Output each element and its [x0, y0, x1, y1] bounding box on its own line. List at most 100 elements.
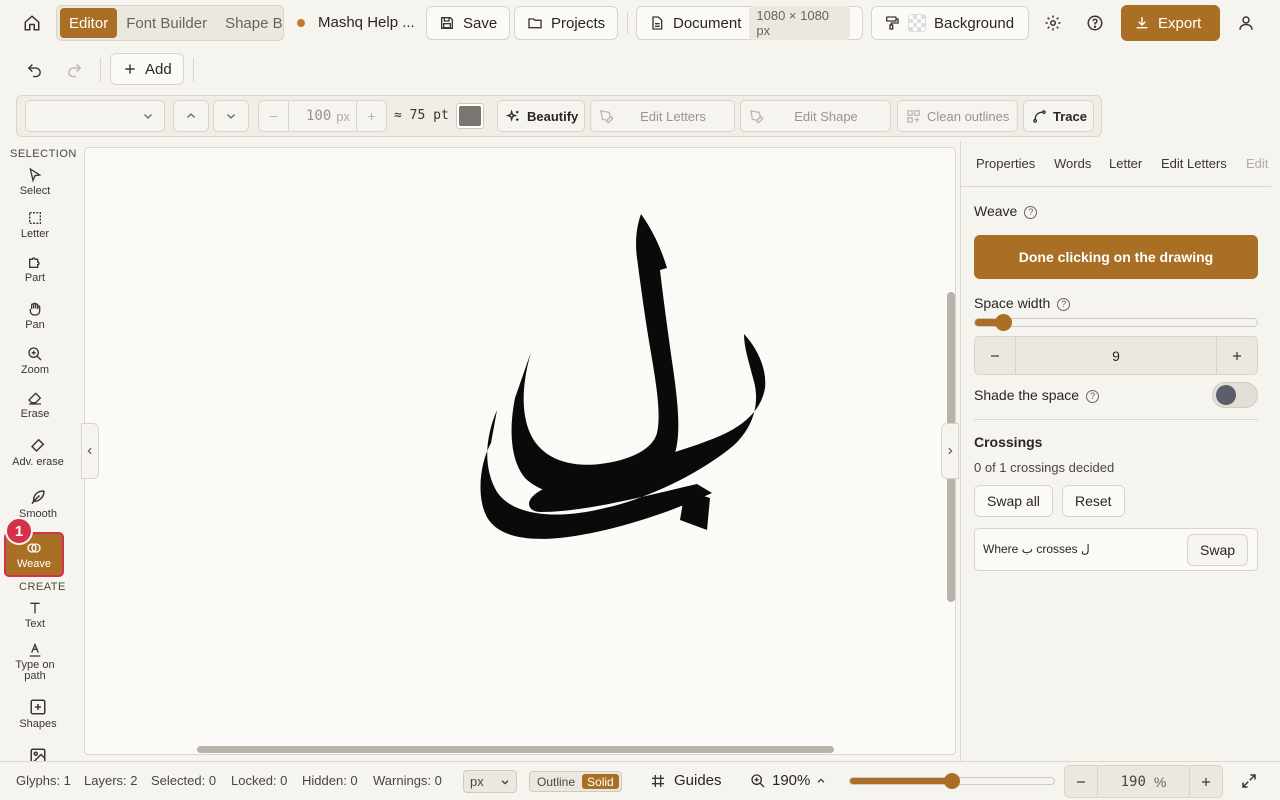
edit-shape-label: Edit Shape [794, 108, 858, 124]
tool-pan[interactable]: Pan [0, 301, 70, 331]
tab-properties[interactable]: Properties [976, 156, 1035, 171]
help-icon[interactable]: ? [1057, 297, 1071, 311]
move-down-button[interactable] [213, 100, 249, 132]
chevron-down-icon [500, 777, 510, 787]
space-width-value[interactable]: 9 [1016, 337, 1216, 374]
swap-button[interactable]: Swap [1187, 534, 1249, 566]
help-icon[interactable] [1080, 8, 1110, 38]
color-swatch[interactable] [456, 103, 484, 129]
tool-select[interactable]: Select [0, 167, 70, 197]
unit-select[interactable]: px [463, 770, 517, 793]
decrement-button[interactable] [259, 101, 289, 131]
tool-letter[interactable]: Letter [0, 210, 70, 240]
increment-button[interactable] [1216, 337, 1257, 374]
mode-tabs: Editor Font Builder Shape Builder [56, 5, 284, 41]
project-title[interactable]: Mashq Help ... [318, 14, 415, 31]
font-select[interactable] [25, 100, 165, 132]
decrement-button[interactable] [975, 337, 1016, 374]
settings-gear-icon[interactable] [1038, 8, 1068, 38]
slider-thumb[interactable] [944, 773, 960, 789]
solid-option[interactable]: Solid [582, 774, 619, 789]
undo-icon[interactable] [19, 54, 49, 84]
space-width-slider[interactable] [974, 314, 1258, 331]
zoom-in-icon [750, 773, 766, 789]
tool-text[interactable]: Text [0, 600, 70, 630]
add-shape-icon [29, 698, 47, 718]
help-icon[interactable]: ? [1024, 205, 1038, 219]
save-button[interactable]: Save [426, 6, 511, 40]
tool-shapes[interactable]: Shapes [3, 698, 73, 730]
paint-roller-icon [884, 15, 900, 31]
fullscreen-icon[interactable] [1240, 772, 1258, 790]
zoom-menu[interactable]: 190% [750, 772, 826, 789]
warnings-count: Warnings: 0 [373, 773, 442, 788]
tab-letter[interactable]: Letter [1109, 156, 1142, 171]
outline-option[interactable]: Outline [532, 775, 580, 789]
collapse-right-button[interactable] [941, 423, 959, 479]
advanced-eraser-icon [29, 436, 47, 456]
trace-label: Trace [1053, 108, 1087, 124]
zoom-stepper[interactable]: 190 % [1064, 765, 1223, 798]
tool-zoom[interactable]: Zoom [0, 346, 70, 376]
zoom-slider[interactable] [849, 773, 1055, 789]
tab-shape-builder[interactable]: Shape Builder [216, 8, 283, 38]
tab-edit[interactable]: Edit [1246, 156, 1268, 171]
redo-icon[interactable] [59, 54, 89, 84]
export-label: Export [1158, 14, 1202, 32]
weave-title: Weave? [974, 203, 1038, 219]
tab-edit-letters[interactable]: Edit Letters [1161, 156, 1227, 171]
help-icon[interactable]: ? [1086, 389, 1100, 403]
step-badge: 1 [5, 517, 33, 545]
font-size-stepper[interactable]: 100 px [258, 100, 387, 132]
export-button[interactable]: Export [1121, 5, 1220, 41]
background-button[interactable]: Background [871, 6, 1029, 40]
tool-type-on-path[interactable]: Type on path [0, 642, 70, 682]
done-clicking-button[interactable]: Done clicking on the drawing [974, 235, 1258, 279]
user-account-icon[interactable] [1231, 8, 1261, 38]
tab-font-builder[interactable]: Font Builder [117, 8, 216, 38]
projects-button[interactable]: Projects [514, 6, 619, 40]
tab-editor[interactable]: Editor [60, 8, 118, 38]
home-icon[interactable] [17, 8, 47, 38]
horizontal-scrollbar[interactable] [197, 746, 834, 753]
plus-icon [123, 62, 137, 76]
reset-button[interactable]: Reset [1062, 485, 1125, 517]
space-width-stepper[interactable]: 9 [974, 336, 1258, 375]
guides-button[interactable]: Guides [650, 772, 722, 789]
tool-adv-erase[interactable]: Adv. erase [3, 436, 73, 468]
context-toolbar: 100 px ≈ 75 pt Beautify Edit Letters Edi… [16, 95, 1102, 137]
download-icon [1134, 15, 1150, 31]
tool-image[interactable] [3, 747, 73, 761]
render-mode-toggle[interactable]: Outline Solid [529, 771, 622, 792]
document-button[interactable]: Document 1080 × 1080 px [636, 6, 863, 40]
tool-smooth[interactable]: Smooth [3, 488, 73, 520]
increment-button[interactable] [356, 101, 386, 131]
divider [193, 58, 194, 82]
add-button[interactable]: Add [110, 53, 184, 85]
tool-erase[interactable]: Erase [0, 390, 70, 420]
tab-words[interactable]: Words [1054, 156, 1091, 171]
drawing-canvas[interactable] [84, 147, 956, 755]
move-up-button[interactable] [173, 100, 209, 132]
slider-thumb[interactable] [994, 314, 1012, 331]
pen-tool-icon [749, 109, 764, 124]
collapse-left-button[interactable] [81, 423, 99, 479]
zoom-in-button[interactable] [1189, 766, 1222, 797]
clean-outlines-button[interactable]: Clean outlines [897, 100, 1018, 132]
zoom-value-field[interactable]: 190 % [1098, 766, 1189, 797]
tool-label: Select [19, 185, 51, 197]
calligraphy-artwork[interactable] [85, 148, 956, 755]
edit-shape-button[interactable]: Edit Shape [740, 100, 891, 132]
pen-tool-icon [599, 109, 614, 124]
swap-all-button[interactable]: Swap all [974, 485, 1053, 517]
shade-label: Shade the space? [974, 387, 1100, 403]
trace-button[interactable]: Trace [1023, 100, 1094, 132]
type-on-path-icon [27, 642, 43, 660]
edit-letters-button[interactable]: Edit Letters [590, 100, 735, 132]
beautify-button[interactable]: Beautify [497, 100, 585, 132]
spline-icon [1032, 109, 1047, 124]
divider [974, 419, 1258, 420]
tool-part[interactable]: Part [0, 254, 70, 284]
shade-toggle[interactable] [1212, 382, 1258, 408]
zoom-out-button[interactable] [1065, 766, 1098, 797]
